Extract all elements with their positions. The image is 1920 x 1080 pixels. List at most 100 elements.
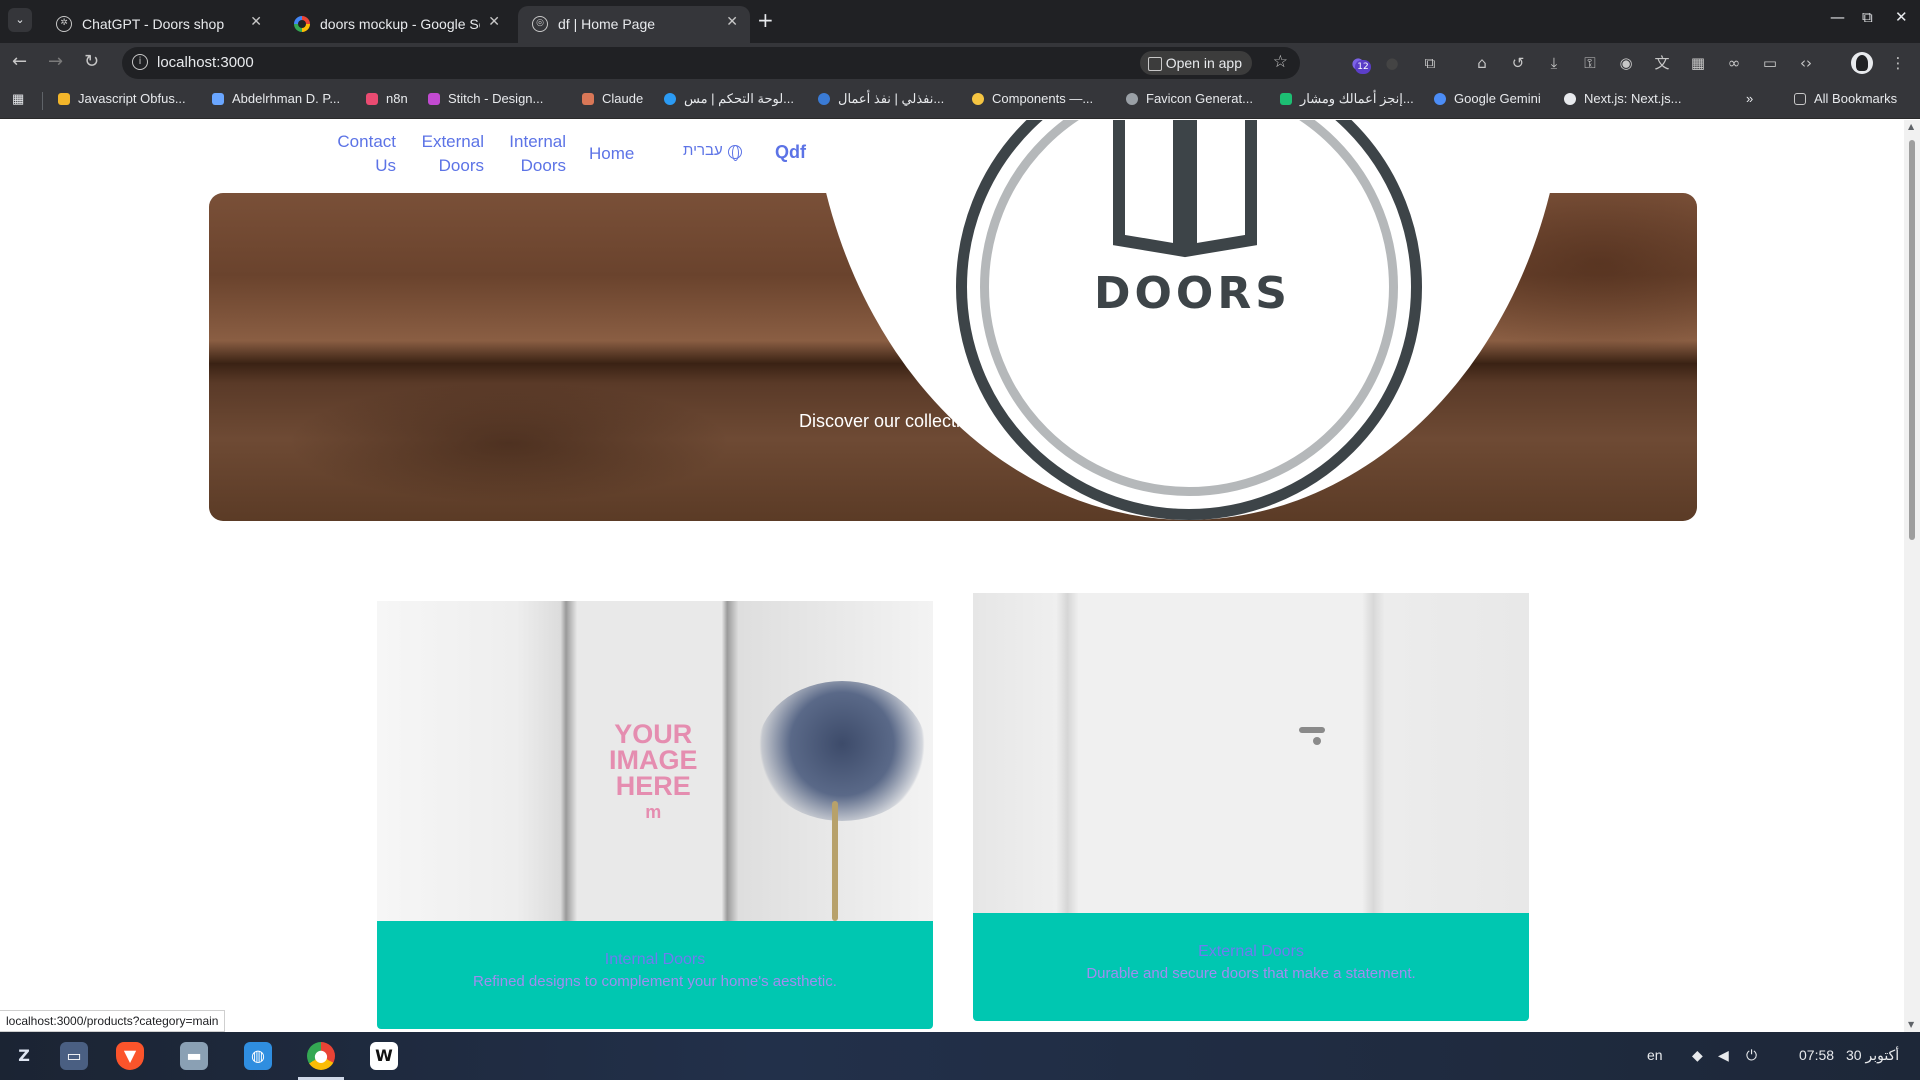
tab-home-page[interactable]: ◎ df | Home Page ✕	[518, 6, 750, 43]
minimize-icon[interactable]: —	[1830, 8, 1845, 26]
door-handle-image	[1299, 727, 1325, 745]
chatgpt-favicon-icon: ✲	[56, 16, 72, 32]
history-icon[interactable]: ↺	[1508, 53, 1528, 73]
bookmark-item[interactable]: n8n	[366, 91, 408, 106]
site-info-icon[interactable]: i	[132, 54, 148, 70]
forward-arrow-icon[interactable]: →	[48, 51, 63, 72]
bookmark-label: Google Gemini	[1454, 91, 1541, 106]
software-store-icon[interactable]: ◍	[244, 1042, 272, 1070]
bookmarks-bar: ▦ Javascript Obfus... Abdelrhman D. P...…	[0, 83, 1920, 119]
all-bookmarks-button[interactable]: All Bookmarks	[1794, 91, 1897, 106]
category-card-internal[interactable]: YOUR IMAGE HERE m Internal Doors Refined…	[377, 601, 933, 1029]
tab-chatgpt[interactable]: ✲ ChatGPT - Doors shop ✕	[42, 6, 274, 43]
new-tab-button[interactable]: +	[757, 8, 774, 32]
menu-kebab-icon[interactable]: ⋮	[1888, 53, 1908, 73]
tab-close-icon[interactable]: ✕	[488, 14, 500, 30]
apps-grid-icon[interactable]: ▦	[12, 91, 24, 107]
devices-icon[interactable]: ▭	[1760, 53, 1780, 73]
google-favicon-icon	[294, 16, 310, 32]
open-in-app-button[interactable]: Open in app	[1139, 51, 1252, 75]
bookmark-item[interactable]: Claude	[582, 91, 643, 106]
extension-dark-icon[interactable]: ●	[1382, 53, 1402, 73]
tab-close-icon[interactable]: ✕	[250, 14, 262, 30]
tab-title: df | Home Page	[558, 16, 656, 32]
category-card-external[interactable]: External Doors Durable and secure doors …	[973, 593, 1529, 1021]
bookmark-item[interactable]: Abdelrhman D. P...	[212, 91, 340, 106]
volume-icon[interactable]: ◀	[1718, 1047, 1729, 1064]
image-placeholder-text: YOUR IMAGE HERE m	[609, 721, 698, 825]
qr-code-icon[interactable]: ▦	[1688, 53, 1708, 73]
keyboard-language[interactable]: en	[1647, 1047, 1663, 1063]
extensions-puzzle-icon[interactable]: ⧉	[1420, 53, 1440, 73]
scroll-down-icon[interactable]: ▼	[1908, 1020, 1914, 1029]
wifi-icon[interactable]: ◆	[1692, 1047, 1703, 1064]
scroll-up-icon[interactable]: ▲	[1908, 122, 1914, 131]
address-bar[interactable]: i localhost:3000 Open in app ☆	[122, 47, 1300, 79]
card-footer[interactable]: Internal Doors Refined designs to comple…	[377, 921, 933, 1029]
card-image[interactable]	[973, 593, 1529, 913]
bookmark-item[interactable]: Components —...	[972, 91, 1093, 106]
download-icon[interactable]: ⤓	[1544, 53, 1564, 73]
card-title[interactable]: Internal Doors	[377, 951, 933, 969]
nav-label: Doors	[438, 156, 484, 175]
nav-internal-doors[interactable]: Internal Doors	[500, 130, 566, 178]
scrollbar-thumb[interactable]	[1909, 140, 1915, 540]
bookmark-item[interactable]: لوحة التحكم | مس...	[664, 91, 794, 107]
profile-avatar[interactable]	[1851, 52, 1873, 74]
bookmarks-overflow-icon[interactable]: »	[1746, 91, 1753, 106]
card-image[interactable]: YOUR IMAGE HERE m	[377, 601, 933, 921]
bookmark-item[interactable]: Google Gemini	[1434, 91, 1541, 106]
bookmark-item[interactable]: Favicon Generat...	[1126, 91, 1253, 106]
files-icon[interactable]: ▬	[180, 1042, 208, 1070]
nav-home[interactable]: Home	[589, 142, 635, 166]
back-arrow-icon[interactable]: ←	[12, 51, 27, 72]
tab-google-search[interactable]: doors mockup - Google Se ✕	[280, 6, 512, 43]
gemini-icon	[1434, 93, 1446, 105]
incognito-icon[interactable]: ⌂	[1472, 53, 1492, 73]
power-icon[interactable]: ⏻	[1746, 1047, 1757, 1064]
bookmark-item[interactable]: Javascript Obfus...	[58, 91, 186, 106]
tab-close-icon[interactable]: ✕	[726, 14, 738, 30]
workspaces-icon[interactable]: ▭	[60, 1042, 88, 1070]
address-url[interactable]: localhost:3000	[157, 54, 254, 71]
webstorm-icon[interactable]: W	[370, 1042, 398, 1070]
nav-contact-us[interactable]: Contact Us	[336, 130, 396, 178]
clock-date[interactable]: 30 أكتوبر	[1846, 1047, 1899, 1064]
bookmark-item[interactable]: Stitch - Design...	[428, 91, 543, 106]
clock-time[interactable]: 07:58	[1799, 1047, 1834, 1063]
language-switcher[interactable]: עברית	[683, 142, 723, 159]
chrome-icon[interactable]: ●	[307, 1042, 335, 1070]
brave-browser-icon[interactable]: ▼	[116, 1042, 144, 1070]
lock-icon	[58, 93, 70, 105]
zorin-menu-icon[interactable]: Z	[10, 1042, 38, 1070]
bookmark-item[interactable]: إنجز أعمالك ومشار...	[1280, 91, 1414, 107]
card-description: Durable and secure doors that make a sta…	[1086, 965, 1416, 982]
bookmark-label: Claude	[602, 91, 644, 106]
tab-search-chevron-icon[interactable]: ⌄	[8, 8, 32, 32]
password-key-icon[interactable]: ⚿	[1580, 53, 1600, 73]
globe-icon[interactable]	[728, 145, 742, 161]
page-scrollbar[interactable]: ▲ ▼	[1904, 120, 1920, 1032]
card-description: Refined designs to complement your home'…	[473, 973, 837, 990]
translate-icon[interactable]: 文	[1652, 53, 1672, 73]
placeholder-line: HERE	[615, 771, 691, 801]
bookmark-item[interactable]: Next.js: Next.js...	[1564, 91, 1682, 106]
bookmarks-separator	[42, 92, 43, 110]
bookmark-label: Favicon Generat...	[1146, 91, 1253, 106]
restore-icon[interactable]: ⧉	[1862, 8, 1873, 26]
card-footer[interactable]: External Doors Durable and secure doors …	[973, 913, 1529, 1021]
bookmark-item[interactable]: نفذلي | نفذ أعمال...	[818, 91, 944, 107]
nav-external-doors[interactable]: External Doors	[418, 130, 484, 178]
bookmark-label: Javascript Obfus...	[78, 91, 186, 106]
close-window-icon[interactable]: ✕	[1895, 8, 1908, 26]
card-title[interactable]: External Doors	[973, 943, 1529, 961]
screenshot-icon[interactable]: ◉	[1616, 53, 1636, 73]
code-icon[interactable]: ‹›	[1796, 53, 1816, 73]
reload-icon[interactable]: ↻	[84, 51, 99, 72]
placeholder-line: IMAGE	[609, 745, 698, 775]
bookmark-star-icon[interactable]: ☆	[1273, 52, 1288, 72]
bookmark-label: n8n	[386, 91, 408, 106]
brand-logo-text[interactable]: Qdf	[775, 142, 806, 163]
link-icon[interactable]: ∞	[1724, 53, 1744, 73]
khamsat-icon	[1280, 93, 1292, 105]
